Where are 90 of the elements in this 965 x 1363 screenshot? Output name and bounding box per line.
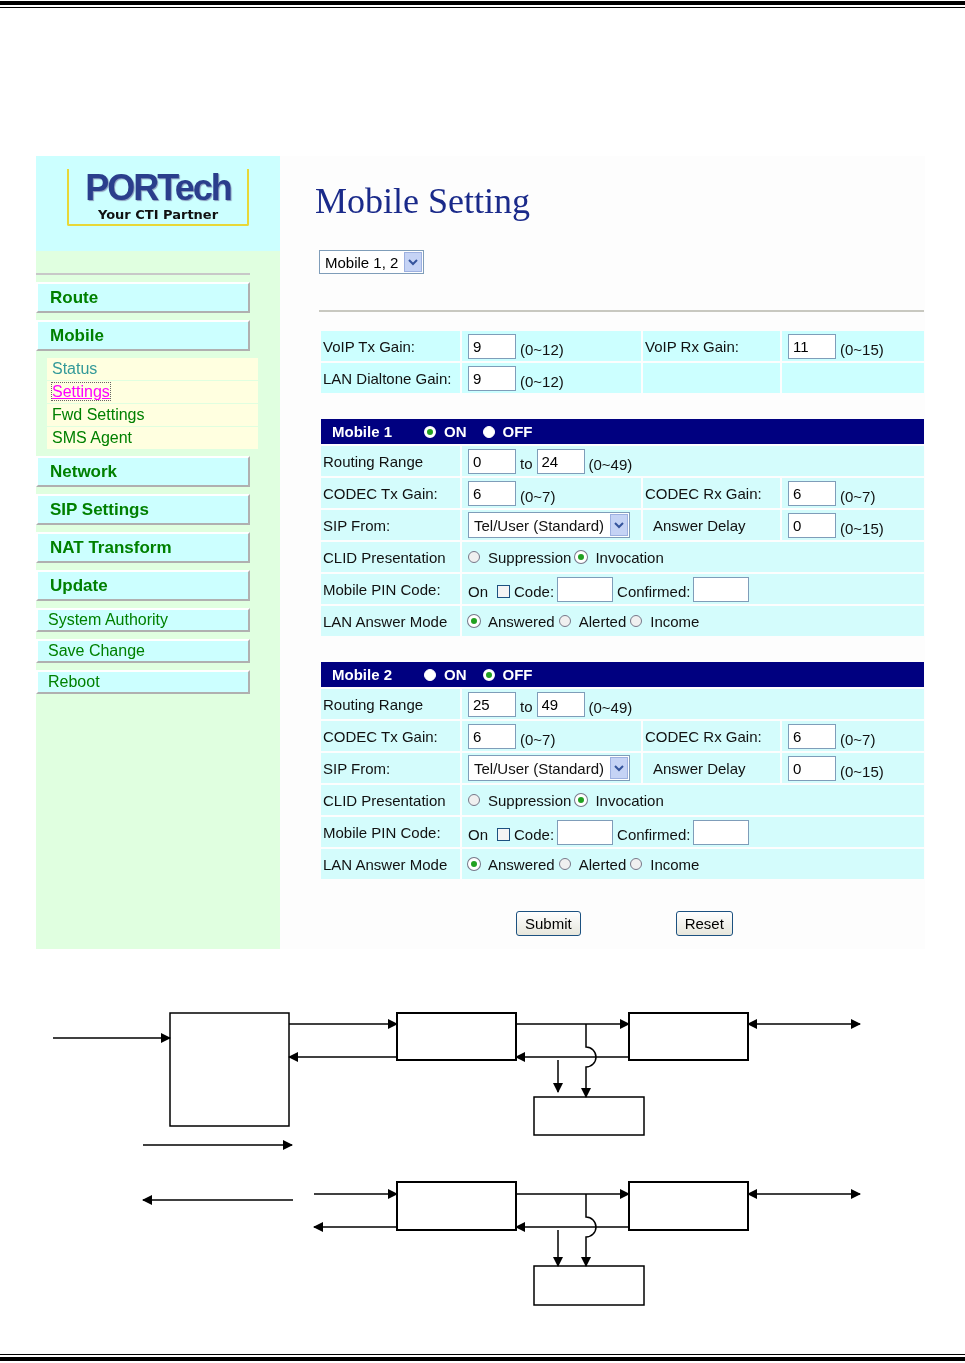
input-field[interactable] — [693, 576, 750, 602]
field-label: Code: — [514, 825, 555, 843]
section-title: Mobile 2 — [332, 666, 392, 683]
range-hint: (0~49) — [588, 455, 633, 473]
radio-button[interactable]: Alerted — [558, 855, 627, 873]
field-label: CODEC Rx Gain: — [643, 721, 780, 751]
input-field[interactable] — [557, 819, 614, 845]
page-title: Mobile Setting — [315, 180, 531, 222]
field-label: SIP From: — [321, 510, 460, 540]
field-label: LAN Dialtone Gain: — [321, 363, 460, 393]
form-button[interactable]: Reset — [675, 911, 733, 936]
field-label: Answer Delay — [643, 753, 780, 783]
radio-button[interactable]: Income — [630, 612, 700, 630]
form-button[interactable]: Submit — [516, 911, 581, 936]
input-field[interactable]: 11 — [788, 333, 836, 359]
input-field[interactable]: 0 — [468, 448, 516, 474]
input-field[interactable]: 49 — [536, 691, 585, 717]
field-label: to — [520, 454, 533, 472]
radio-button[interactable]: Answered — [468, 855, 555, 873]
range-hint: (0~15) — [840, 762, 884, 780]
input-field[interactable] — [557, 576, 614, 602]
radio-button[interactable]: OFF — [482, 423, 533, 440]
menu-item[interactable]: Network — [36, 456, 250, 487]
chevron-down-icon — [610, 757, 629, 779]
field-label: Answer Delay — [643, 510, 780, 540]
menu-item[interactable]: Route — [36, 282, 250, 313]
menu-item[interactable]: Save Change — [36, 639, 250, 663]
range-hint: (0~49) — [588, 698, 633, 716]
input-field[interactable]: 6 — [788, 480, 836, 506]
chevron-down-icon — [404, 252, 423, 272]
radio-button[interactable]: ON — [424, 666, 467, 683]
section-title: Mobile 1 — [332, 423, 392, 440]
field-label: CLID Presentation — [321, 542, 460, 572]
input-field[interactable]: 6 — [468, 480, 516, 506]
field-label: CODEC Tx Gain: — [321, 721, 460, 751]
menu-item[interactable]: Update — [36, 570, 250, 601]
range-hint: (0~7) — [840, 730, 876, 748]
menu-item[interactable]: System Authority — [36, 608, 250, 632]
radio-button[interactable]: Invocation — [575, 791, 664, 809]
radio-button[interactable]: Suppression — [468, 791, 572, 809]
radio-button[interactable]: Income — [630, 855, 700, 873]
range-hint: (0~12) — [520, 372, 564, 390]
range-hint: (0~7) — [840, 487, 876, 505]
checkbox[interactable]: On — [468, 582, 510, 600]
input-field[interactable]: 0 — [788, 512, 836, 538]
menu-item[interactable]: NAT Transform — [36, 532, 250, 563]
field-label: LAN Answer Mode — [321, 606, 460, 636]
field-label: Code: — [514, 582, 555, 600]
field-label: Confirmed: — [617, 825, 691, 843]
menu-item[interactable]: SIP Settings — [36, 494, 250, 525]
logo: PORTech Your CTI Partner — [67, 169, 249, 226]
input-field[interactable] — [693, 819, 750, 845]
field-label: SIP From: — [321, 753, 460, 783]
radio-button[interactable]: Answered — [468, 612, 555, 630]
radio-button[interactable]: Suppression — [468, 548, 572, 566]
field-label: CODEC Tx Gain: — [321, 478, 460, 508]
chevron-down-icon — [610, 514, 629, 536]
field-label: CODEC Rx Gain: — [643, 478, 780, 508]
field-label: Routing Range — [321, 689, 460, 719]
range-hint: (0~15) — [840, 519, 884, 537]
input-field[interactable]: 9 — [468, 333, 516, 359]
input-field[interactable]: 25 — [468, 691, 516, 717]
menu-item[interactable]: Reboot — [36, 670, 250, 694]
field-label: VoIP Rx Gain: — [643, 331, 780, 361]
field-label: Mobile PIN Code: — [321, 574, 460, 604]
dropdown[interactable]: Tel/User (Standard) — [468, 755, 631, 781]
dropdown[interactable]: Tel/User (Standard) — [468, 512, 631, 538]
range-hint: (0~15) — [840, 340, 884, 358]
radio-button[interactable]: ON — [424, 423, 467, 440]
field-label: to — [520, 697, 533, 715]
field-label: Confirmed: — [617, 582, 691, 600]
field-label: CLID Presentation — [321, 785, 460, 815]
input-field[interactable]: 6 — [788, 723, 836, 749]
field-label: VoIP Tx Gain: — [321, 331, 460, 361]
range-hint: (0~7) — [520, 730, 556, 748]
input-field[interactable]: 24 — [536, 448, 585, 474]
radio-button[interactable]: Alerted — [558, 612, 627, 630]
radio-button[interactable]: Invocation — [575, 548, 664, 566]
checkbox[interactable]: On — [468, 825, 510, 843]
input-field[interactable]: 0 — [788, 755, 836, 781]
dropdown[interactable]: Mobile 1, 2 — [319, 250, 425, 274]
radio-button[interactable]: OFF — [482, 666, 533, 683]
range-hint: (0~7) — [520, 487, 556, 505]
range-hint: (0~12) — [520, 340, 564, 358]
field-label: Mobile PIN Code: — [321, 817, 460, 847]
menu-item[interactable]: Mobile — [36, 320, 250, 351]
input-field[interactable]: 9 — [468, 365, 516, 391]
field-label: Routing Range — [321, 446, 460, 476]
input-field[interactable]: 6 — [468, 723, 516, 749]
field-label: LAN Answer Mode — [321, 849, 460, 879]
